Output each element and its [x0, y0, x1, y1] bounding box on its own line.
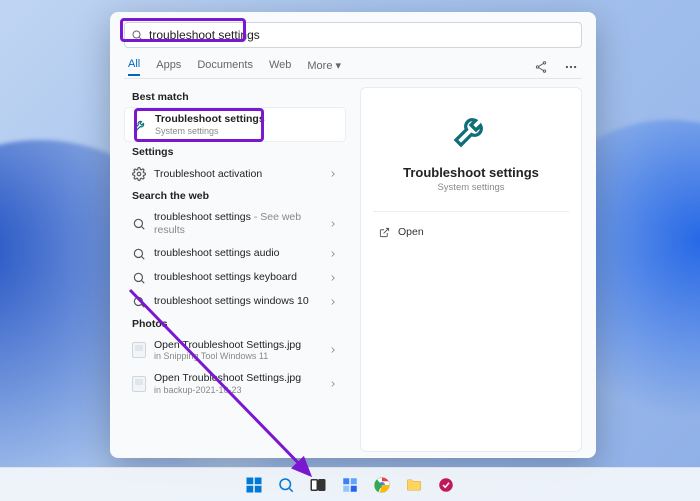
task-view-button[interactable] — [307, 474, 329, 496]
wrench-icon — [451, 110, 491, 155]
search-input[interactable] — [149, 28, 575, 42]
result-title: Open Troubleshoot Settings.jpg — [154, 372, 301, 384]
result-subtitle: in Snipping Tool Windows 11 — [154, 351, 320, 362]
result-title: troubleshoot settings — [154, 211, 251, 223]
explorer-button[interactable] — [403, 474, 425, 496]
chevron-right-icon — [328, 379, 338, 389]
taskbar-search-button[interactable] — [275, 474, 297, 496]
search-field[interactable] — [124, 22, 582, 48]
divider — [124, 78, 582, 79]
result-title: Troubleshoot activation — [154, 168, 320, 181]
search-icon — [132, 247, 146, 261]
more-icon[interactable] — [564, 60, 578, 74]
share-icon[interactable] — [534, 60, 548, 74]
widgets-button[interactable] — [339, 474, 361, 496]
open-label: Open — [398, 226, 424, 238]
result-settings-item[interactable]: Troubleshoot activation — [124, 162, 346, 186]
result-web-item[interactable]: troubleshoot settings - See web results — [124, 206, 346, 241]
result-title: Open Troubleshoot Settings.jpg — [154, 339, 301, 351]
tab-documents[interactable]: Documents — [197, 59, 253, 75]
tab-web[interactable]: Web — [269, 59, 291, 75]
tab-apps[interactable]: Apps — [156, 59, 181, 75]
chevron-right-icon — [328, 249, 338, 259]
search-tabs: All Apps Documents Web More ▾ — [124, 58, 582, 76]
wrench-icon — [133, 118, 147, 132]
start-search-panel: All Apps Documents Web More ▾ Best match… — [110, 12, 596, 458]
result-web-item[interactable]: troubleshoot settings windows 10 — [124, 290, 346, 314]
result-web-item[interactable]: troubleshoot settings keyboard — [124, 266, 346, 290]
start-button[interactable] — [243, 474, 265, 496]
result-subtitle: in backup-2021-10-23 — [154, 385, 320, 396]
result-title: Troubleshoot settings — [155, 113, 265, 125]
results-list: Best match Troubleshoot settings System … — [124, 87, 346, 452]
result-title: troubleshoot settings keyboard — [154, 271, 320, 284]
search-icon — [132, 295, 146, 309]
open-external-icon — [379, 227, 390, 238]
preview-subtitle: System settings — [437, 182, 504, 193]
section-best-match: Best match — [132, 91, 346, 103]
section-settings: Settings — [132, 146, 346, 158]
app-button[interactable] — [435, 474, 457, 496]
result-title: troubleshoot settings audio — [154, 247, 320, 260]
chevron-right-icon — [328, 345, 338, 355]
divider — [373, 211, 569, 212]
result-photo-item[interactable]: Open Troubleshoot Settings.jpgin backup-… — [124, 367, 346, 400]
search-icon — [132, 217, 146, 231]
search-icon — [132, 271, 146, 285]
tab-all[interactable]: All — [128, 58, 140, 76]
chevron-right-icon — [328, 219, 338, 229]
chrome-button[interactable] — [371, 474, 393, 496]
gear-icon — [132, 167, 146, 181]
chevron-right-icon — [328, 169, 338, 179]
result-best-match[interactable]: Troubleshoot settings System settings — [124, 107, 346, 142]
chevron-right-icon — [328, 273, 338, 283]
chevron-right-icon — [328, 297, 338, 307]
search-icon — [131, 29, 143, 41]
image-thumb-icon — [132, 377, 146, 391]
taskbar — [0, 467, 700, 501]
result-subtitle: System settings — [155, 126, 337, 137]
open-action[interactable]: Open — [373, 222, 430, 242]
section-photos: Photos — [132, 318, 346, 330]
section-search-web: Search the web — [132, 190, 346, 202]
result-title: troubleshoot settings windows 10 — [154, 295, 320, 308]
image-thumb-icon — [132, 343, 146, 357]
result-web-item[interactable]: troubleshoot settings audio — [124, 242, 346, 266]
tab-more[interactable]: More ▾ — [307, 59, 341, 76]
preview-title: Troubleshoot settings — [403, 165, 539, 180]
preview-pane: Troubleshoot settings System settings Op… — [360, 87, 582, 452]
result-photo-item[interactable]: Open Troubleshoot Settings.jpgin Snippin… — [124, 334, 346, 367]
